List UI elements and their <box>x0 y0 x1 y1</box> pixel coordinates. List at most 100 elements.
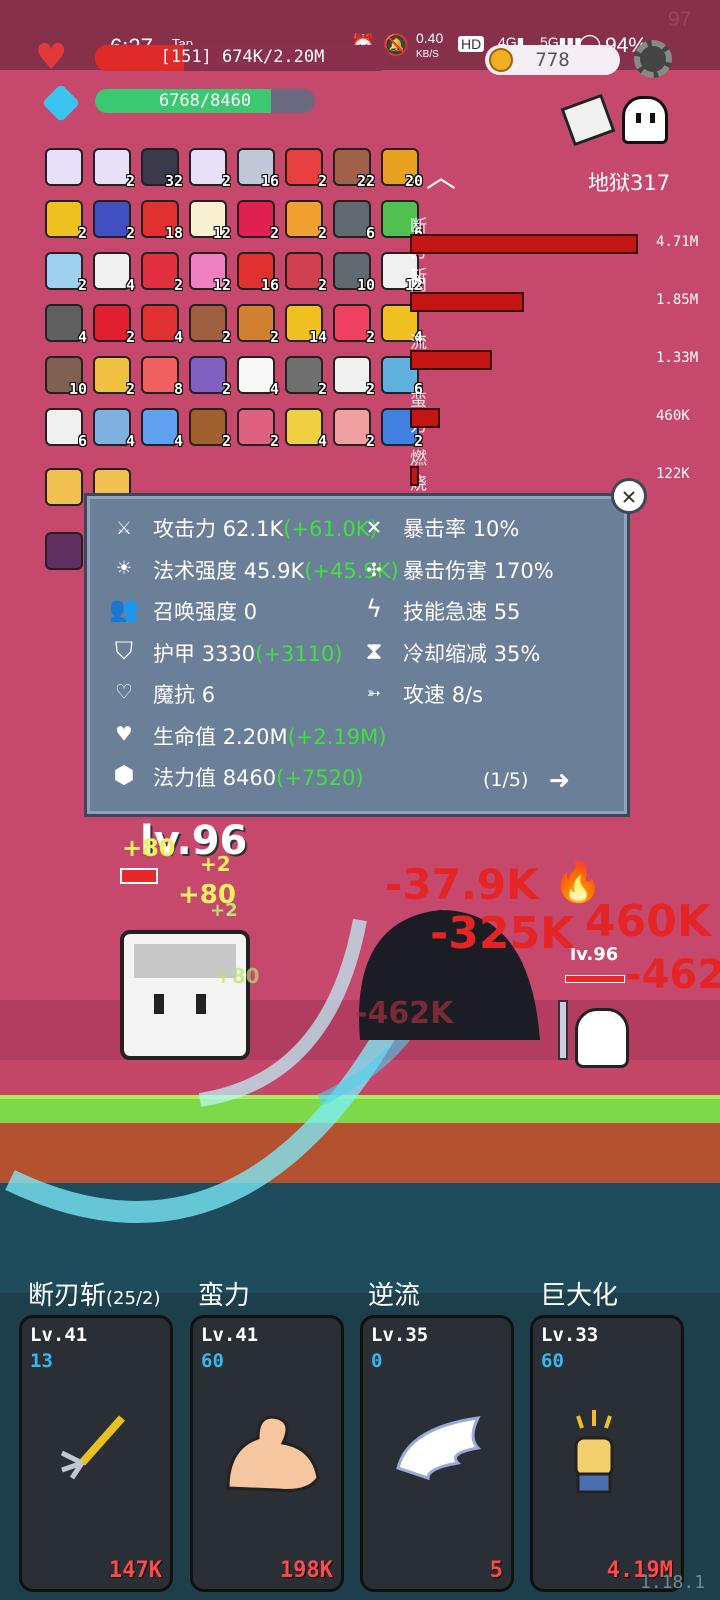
skill-haste-icon: ϟ <box>366 595 382 623</box>
skill-level: Lv.35 <box>371 1324 429 1346</box>
skill-damage: 5 <box>489 1558 503 1583</box>
stat-label: 生命值 <box>153 724 216 749</box>
inventory-item[interactable]: 2 <box>285 356 327 398</box>
inventory-item[interactable] <box>45 468 83 506</box>
skill-card[interactable]: Lv.35 0 5 <box>360 1315 514 1592</box>
inventory-item[interactable]: 10 <box>333 252 375 294</box>
stat-value: 8460 <box>222 766 277 790</box>
inventory-item[interactable]: 2 <box>141 252 183 294</box>
stat-row: 暴击率 10% <box>403 513 519 543</box>
skill-title: 蛮力 <box>198 1281 251 1311</box>
item-count: 4 <box>173 328 183 346</box>
stat-row: 护甲 3330(+3110) <box>153 638 343 668</box>
inventory-item[interactable] <box>45 532 83 570</box>
skill-title: 断刃斩 <box>28 1281 107 1311</box>
inventory-item[interactable]: 16 <box>237 252 279 294</box>
damage-value: 4.71M <box>656 234 699 250</box>
item-count: 2 <box>125 380 135 398</box>
enemy-sword <box>558 1000 568 1060</box>
stat-label: 召唤强度 <box>153 600 237 624</box>
inventory-item[interactable]: 2 <box>333 408 375 450</box>
summon-icon: 👥 <box>109 595 139 623</box>
inventory-item[interactable]: 12 <box>189 200 231 242</box>
collapse-chevron-icon[interactable]: ︿ <box>426 152 456 196</box>
inventory-item[interactable]: 4 <box>285 408 327 450</box>
stat-value: 35% <box>493 641 541 666</box>
enemy-hp-mini-bar <box>565 975 625 983</box>
skill-card[interactable]: Lv.33 60 4.19M <box>530 1315 684 1592</box>
item-count: 2 <box>317 224 327 242</box>
inventory-item[interactable]: 2 <box>189 408 231 450</box>
corner-number: 97 <box>668 8 692 31</box>
inventory-item[interactable]: 2 <box>189 356 231 398</box>
attack-icon: ⚔ <box>116 512 132 540</box>
item-count: 2 <box>365 380 375 398</box>
next-page-arrow-icon[interactable]: ➜ <box>549 764 569 798</box>
skill-cooldown: 0 <box>371 1350 383 1372</box>
stat-label: 魔抗 <box>153 683 195 707</box>
stat-bonus: (+3110) <box>255 641 343 666</box>
hp-text: [151] 674K/2.20M <box>160 47 325 67</box>
inventory-item[interactable]: 2 <box>237 200 279 242</box>
inventory-item[interactable]: 4 <box>141 408 183 450</box>
inventory-item[interactable]: 4 <box>93 408 135 450</box>
inventory-item[interactable]: 2 <box>333 304 375 346</box>
inventory-item[interactable]: 2 <box>189 148 231 190</box>
inventory-item[interactable]: 2 <box>285 200 327 242</box>
item-count: 2 <box>125 224 135 242</box>
skill-name: 巨大化 <box>540 1275 618 1312</box>
inventory-item[interactable]: 2 <box>93 148 135 190</box>
skill-level: Lv.41 <box>201 1324 259 1346</box>
inventory-item[interactable]: 2 <box>285 148 327 190</box>
enemy-ghost <box>575 1008 629 1068</box>
inventory-item[interactable]: 6 <box>333 200 375 242</box>
inventory-item[interactable]: 4 <box>45 304 87 346</box>
stat-label: 护甲 <box>153 641 195 666</box>
inventory-item[interactable]: 6 <box>45 408 87 450</box>
stat-row: 暴击伤害 170% <box>403 555 554 585</box>
float-gain: +2 <box>200 852 231 876</box>
inventory-item[interactable]: 4 <box>93 252 135 294</box>
inventory-item[interactable]: 2 <box>93 356 135 398</box>
inventory-item[interactable]: 2 <box>45 252 87 294</box>
mana-text: 6768/8460 <box>158 91 252 111</box>
inventory-item[interactable]: 32 <box>141 148 183 190</box>
inventory-item[interactable]: 16 <box>237 148 279 190</box>
stat-value: 8/s <box>451 683 484 707</box>
inventory-item[interactable]: 22 <box>333 148 375 190</box>
inventory-item[interactable]: 20 <box>381 148 423 190</box>
inventory-item[interactable]: 4 <box>141 304 183 346</box>
inventory-item[interactable]: 2 <box>333 356 375 398</box>
stat-row: 魔抗 6 <box>153 679 215 709</box>
inventory-item[interactable]: 2 <box>285 252 327 294</box>
inventory-item[interactable] <box>45 148 83 186</box>
skill-cooldown: 60 <box>541 1350 564 1372</box>
close-panel-button[interactable]: ✕ <box>611 478 647 514</box>
skill-card[interactable]: Lv.41 13 147K <box>19 1315 173 1592</box>
ghost-pet-icon[interactable] <box>622 96 668 144</box>
wing-icon <box>388 1408 488 1492</box>
inventory-item[interactable]: 12 <box>189 252 231 294</box>
inventory-item[interactable]: 4 <box>237 356 279 398</box>
skill-name: 逆流 <box>368 1275 420 1312</box>
inventory-item[interactable]: 2 <box>189 304 231 346</box>
inventory-item[interactable]: 2 <box>45 200 87 242</box>
settings-gear-icon[interactable] <box>634 40 672 78</box>
inventory-item[interactable]: 8 <box>141 356 183 398</box>
item-count: 22 <box>356 172 375 190</box>
inventory-item[interactable]: 10 <box>45 356 87 398</box>
inventory-item[interactable]: 14 <box>285 304 327 346</box>
skill-card[interactable]: Lv.41 60 198K <box>190 1315 344 1592</box>
inventory-item[interactable]: 2 <box>237 408 279 450</box>
stat-value: 6 <box>201 683 216 707</box>
damage-value: 460K <box>656 408 690 424</box>
inventory-item[interactable]: 2 <box>237 304 279 346</box>
item-count: 12 <box>212 224 231 242</box>
crit-rate-icon: ✕ <box>366 512 382 540</box>
inventory-item[interactable]: 18 <box>141 200 183 242</box>
heart-icon: ♥ <box>116 719 132 748</box>
inventory-item[interactable]: 2 <box>93 304 135 346</box>
item-count: 2 <box>77 224 87 242</box>
inventory-item[interactable]: 2 <box>93 200 135 242</box>
damage-bar <box>410 466 419 486</box>
